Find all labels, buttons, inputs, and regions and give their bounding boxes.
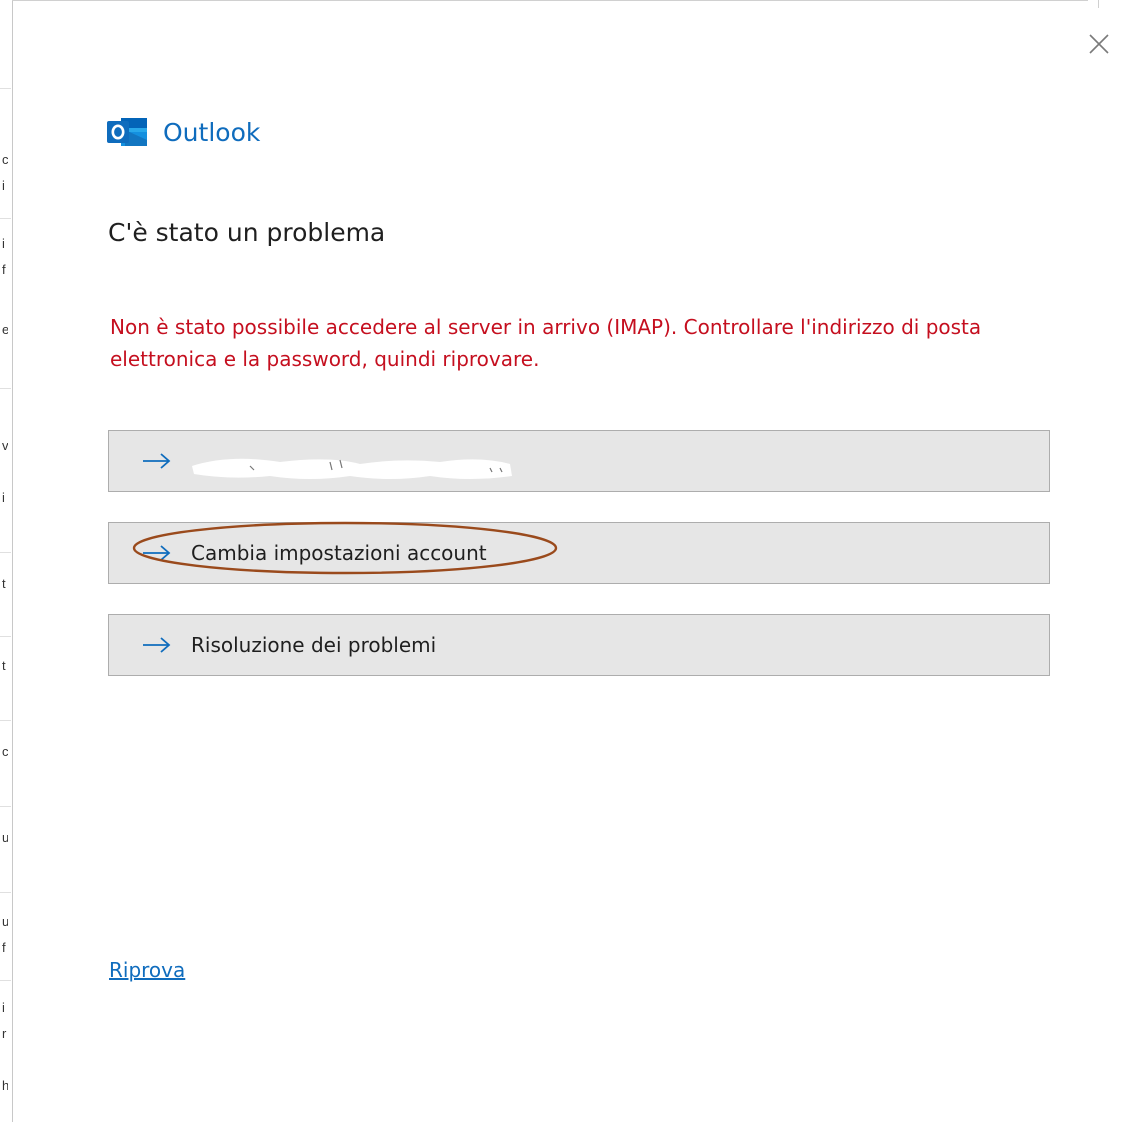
change-account-settings-button[interactable]: Cambia impostazioni account	[108, 522, 1050, 584]
background-window-strip: c i i f e v i t t c u u f i r h	[0, 0, 13, 1122]
redacted-account-label	[192, 458, 512, 479]
arrow-right-icon	[141, 635, 173, 655]
app-name: Outlook	[163, 117, 261, 147]
app-brand: Outlook	[107, 114, 260, 150]
arrow-right-icon	[141, 451, 173, 471]
retry-link[interactable]: Riprova	[109, 958, 185, 982]
change-account-settings-label: Cambia impostazioni account	[191, 541, 487, 565]
troubleshooting-label: Risoluzione dei problemi	[191, 633, 437, 657]
page-title: C'è stato un problema	[108, 218, 386, 247]
close-button[interactable]	[1085, 30, 1113, 58]
close-icon	[1089, 34, 1109, 54]
outlook-logo-icon	[107, 118, 147, 146]
troubleshooting-button[interactable]: Risoluzione dei problemi	[108, 614, 1050, 676]
error-message: Non è stato possibile accedere al server…	[110, 315, 982, 371]
arrow-right-icon	[141, 543, 173, 563]
